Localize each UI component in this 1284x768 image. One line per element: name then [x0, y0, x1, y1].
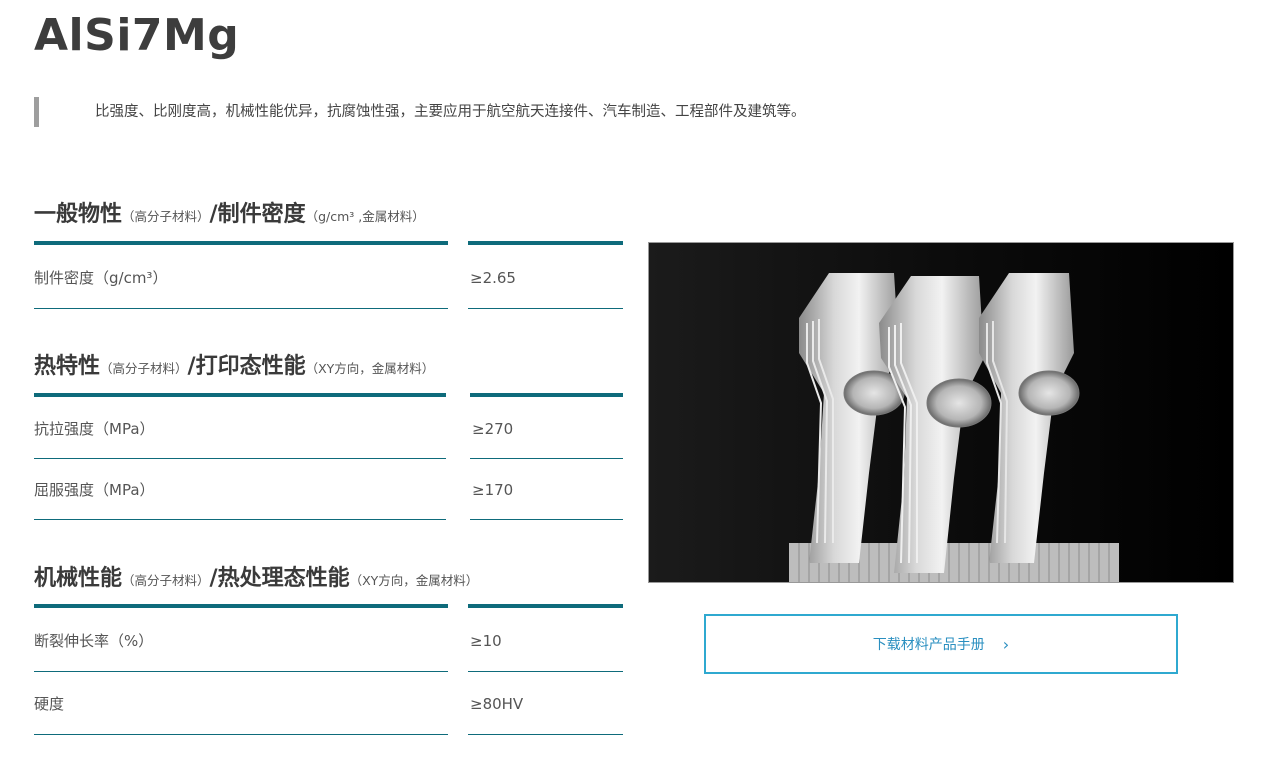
property-label: 屈服强度（MPa） — [34, 481, 155, 499]
property-label: 断裂伸长率（%） — [34, 632, 154, 650]
row-divider — [468, 734, 623, 735]
section-bar-value-col — [468, 241, 623, 245]
section-heading-note: （高分子材料） — [100, 361, 188, 376]
section-heading-note: （XY方向，金属材料） — [305, 361, 435, 376]
section-heading-general: 一般物性（高分子材料）/制件密度（g/cm³ ,金属材料） — [34, 196, 425, 228]
property-value: ≥2.65 — [470, 269, 516, 287]
section-heading-main: 热特性 — [34, 354, 101, 379]
section-heading-note: （XY方向，金属材料） — [349, 573, 479, 588]
property-value: ≥80HV — [470, 695, 524, 713]
row-divider — [468, 671, 623, 672]
download-brochure-label: 下载材料产品手册 — [872, 637, 985, 653]
property-value: ≥10 — [470, 632, 502, 650]
section-heading-thermal: 热特性（高分子材料）/打印态性能（XY方向，金属材料） — [34, 348, 434, 380]
property-label: 抗拉强度（MPa） — [34, 420, 155, 438]
row-divider — [34, 308, 448, 309]
chevron-right-icon: › — [1002, 634, 1010, 654]
section-heading-secondary: /打印态性能 — [187, 354, 306, 379]
row-divider — [470, 519, 623, 520]
section-heading-main: 一般物性 — [34, 202, 123, 227]
download-brochure-button[interactable]: 下载材料产品手册 › — [704, 614, 1178, 674]
row-divider — [468, 308, 623, 309]
product-photo — [648, 242, 1234, 583]
row-divider — [470, 458, 623, 459]
section-heading-note: （高分子材料） — [122, 209, 210, 224]
section-bar-label-col — [34, 604, 448, 608]
material-description: 比强度、比刚度高，机械性能优异，抗腐蚀性强，主要应用于航空航天连接件、汽车制造、… — [34, 97, 975, 127]
section-bar-value-col — [470, 393, 623, 397]
property-label: 制件密度（g/cm³） — [34, 269, 168, 287]
property-label: 硬度 — [34, 695, 65, 713]
section-heading-secondary: /热处理态性能 — [209, 566, 350, 591]
row-divider — [34, 458, 446, 459]
page-title: AlSi7Mg — [34, 10, 240, 61]
section-bar-label-col — [34, 393, 446, 397]
property-value: ≥170 — [472, 481, 514, 499]
row-divider — [34, 734, 448, 735]
section-heading-note: （g/cm³ ,金属材料） — [305, 209, 425, 224]
property-value: ≥270 — [472, 420, 514, 438]
section-heading-mechanical: 机械性能（高分子材料）/热处理态性能（XY方向，金属材料） — [34, 560, 478, 592]
row-divider — [34, 519, 446, 520]
row-divider — [34, 671, 448, 672]
section-bar-value-col — [468, 604, 623, 608]
section-heading-main: 机械性能 — [34, 566, 123, 591]
section-heading-note: （高分子材料） — [122, 573, 210, 588]
printed-parts-illustration — [789, 273, 1119, 582]
section-heading-secondary: /制件密度 — [209, 202, 306, 227]
section-bar-label-col — [34, 241, 448, 245]
